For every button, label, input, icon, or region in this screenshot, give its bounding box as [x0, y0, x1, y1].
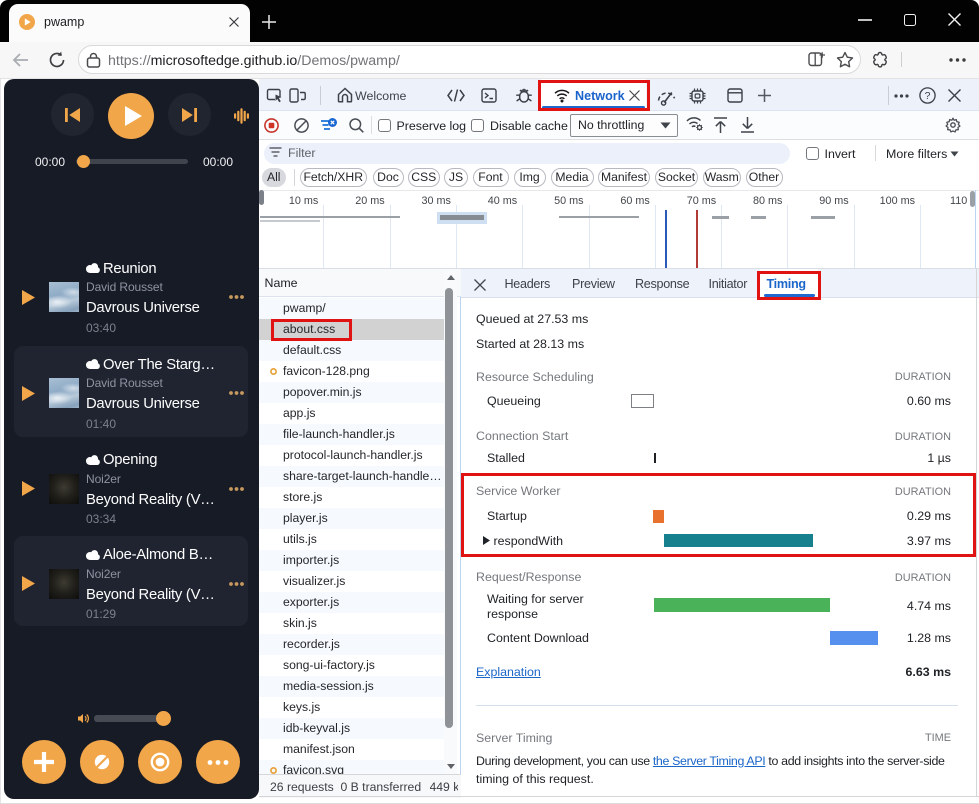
- svg-text:?: ?: [925, 90, 931, 102]
